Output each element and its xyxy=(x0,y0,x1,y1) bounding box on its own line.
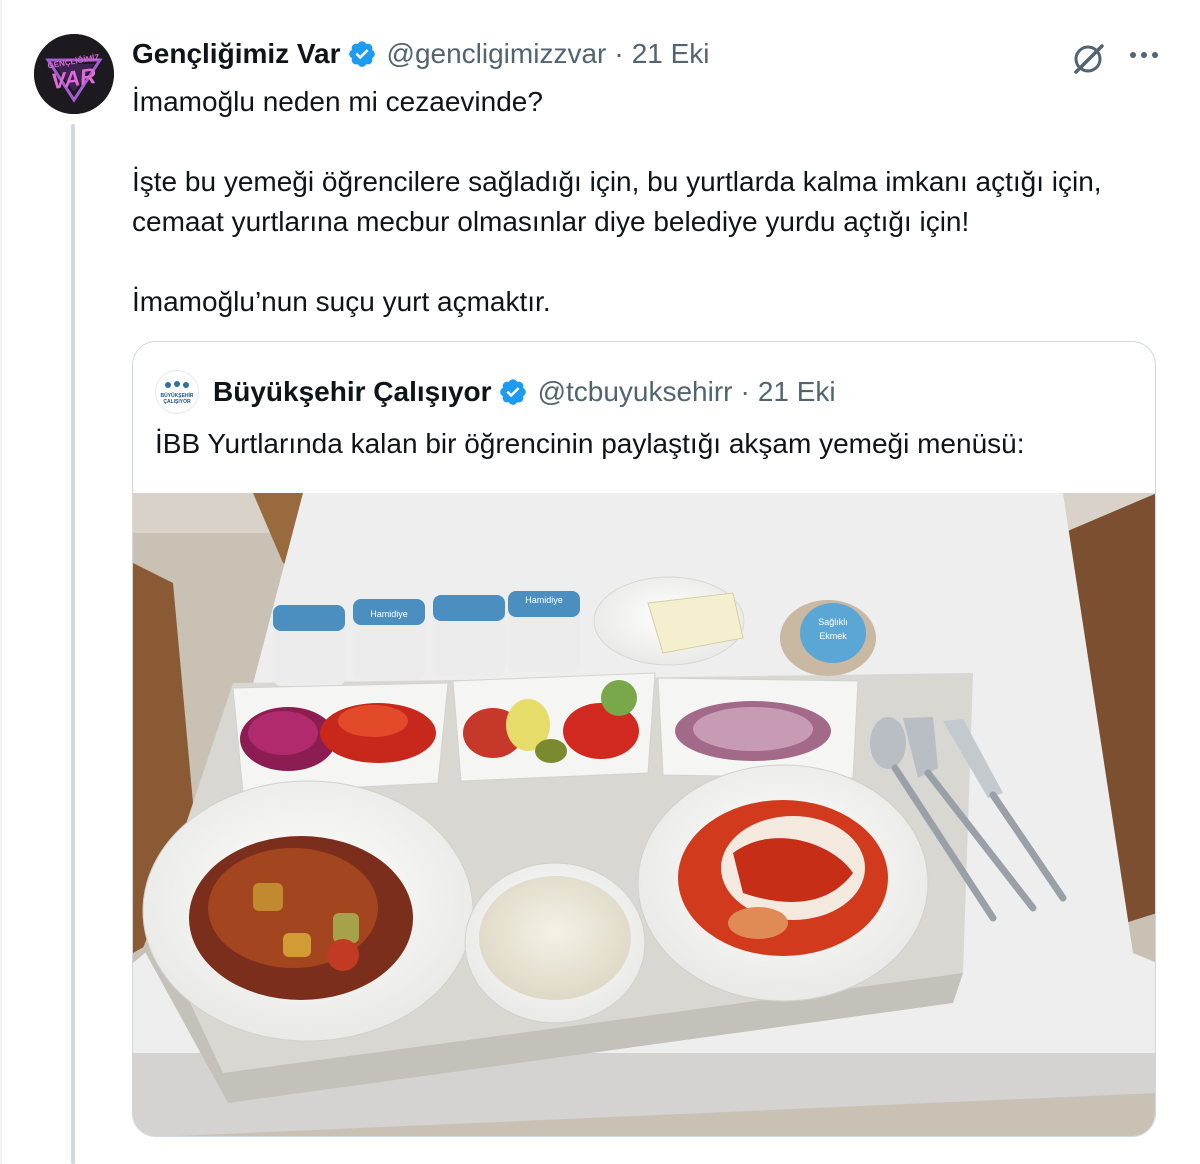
header-separator: · xyxy=(740,376,750,407)
svg-text:BÜYÜKŞEHİR: BÜYÜKŞEHİR xyxy=(160,392,193,399)
quoted-author-display-name[interactable]: Büyükşehir Çalışıyor xyxy=(213,376,492,408)
svg-text:Hamidiye: Hamidiye xyxy=(370,609,408,619)
tweet-paragraph: İmamoğlu’nun suçu yurt açmaktır. xyxy=(132,286,551,317)
svg-text:Sağlıklı: Sağlıklı xyxy=(818,617,848,627)
author-avatar[interactable]: GENÇLİĞİMİZ VAR xyxy=(34,34,114,114)
tweet-paragraph: İşte bu yemeği öğrencilere sağladığı içi… xyxy=(132,166,1102,237)
quoted-author-avatar[interactable]: BÜYÜKŞEHİR ÇALIŞIYOR xyxy=(155,370,199,414)
quoted-author-handle[interactable]: @tcbuyuksehirr xyxy=(538,376,733,408)
tweet-paragraph: İmamoğlu neden mi cezaevinde? xyxy=(132,86,543,117)
more-horizontal-icon[interactable] xyxy=(1124,38,1164,78)
svg-text:ÇALIŞIYOR: ÇALIŞIYOR xyxy=(163,399,191,405)
page-edge xyxy=(0,0,2,1164)
grok-icon[interactable] xyxy=(1068,38,1108,78)
author-display-name[interactable]: Gençliğimiz Var xyxy=(132,38,341,70)
svg-text:Hamidiye: Hamidiye xyxy=(525,595,563,605)
verified-badge-icon[interactable] xyxy=(347,39,377,69)
quoted-tweet-timestamp[interactable]: 21 Eki xyxy=(758,376,836,408)
tweet-timestamp[interactable]: 21 Eki xyxy=(632,38,710,70)
quoted-tweet-header: BÜYÜKŞEHİR ÇALIŞIYOR Büyükşehir Çalışıyo… xyxy=(155,370,836,414)
tweet-header: Gençliğimiz Var @gencligimizzvar · 21 Ek… xyxy=(132,34,710,74)
tweet-text: İmamoğlu neden mi cezaevinde? İşte bu ye… xyxy=(132,82,1152,322)
thread-line xyxy=(71,124,75,1164)
verified-badge-icon[interactable] xyxy=(498,377,528,407)
quoted-tweet[interactable]: BÜYÜKŞEHİR ÇALIŞIYOR Büyükşehir Çalışıyo… xyxy=(132,341,1156,1137)
header-separator: · xyxy=(614,38,624,69)
quoted-tweet-text: İBB Yurtlarında kalan bir öğrencinin pay… xyxy=(155,428,1025,459)
quoted-tweet-photo[interactable]: Hamidiye Hamidiye Sağlıklı Ekmek xyxy=(133,493,1155,1136)
author-handle[interactable]: @gencligimizzvar xyxy=(387,38,607,70)
svg-text:Ekmek: Ekmek xyxy=(819,631,847,641)
